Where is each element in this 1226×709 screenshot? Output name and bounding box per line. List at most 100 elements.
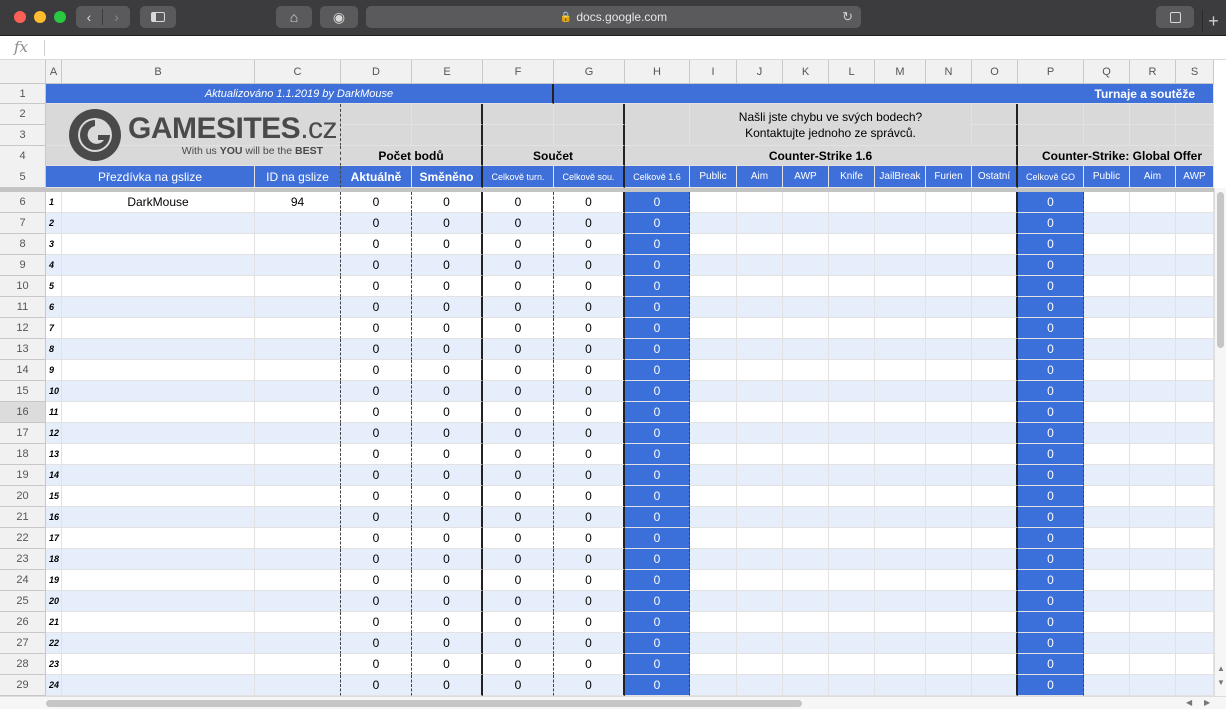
total-tourn-cell[interactable]: 0 — [483, 465, 554, 486]
cell-l[interactable] — [829, 276, 875, 297]
cell-q[interactable] — [1084, 213, 1130, 234]
cell-m[interactable] — [875, 633, 926, 654]
cell-i[interactable] — [690, 675, 737, 696]
go-total-cell[interactable]: 0 — [1018, 213, 1084, 234]
current-points-cell[interactable]: 0 — [341, 423, 412, 444]
current-points-cell[interactable]: 0 — [341, 633, 412, 654]
cell-k[interactable] — [783, 591, 829, 612]
cell-q[interactable] — [1084, 360, 1130, 381]
row-header-3[interactable]: 3 — [0, 125, 46, 146]
row-header-24[interactable]: 24 — [0, 570, 46, 591]
row-header-1[interactable]: 1 — [0, 84, 46, 104]
cell-r[interactable] — [1130, 402, 1176, 423]
nick-cell[interactable] — [62, 465, 255, 486]
cell-s[interactable] — [1176, 654, 1214, 675]
total-tourn-cell[interactable]: 0 — [483, 612, 554, 633]
cs16-total-cell[interactable]: 0 — [625, 507, 690, 528]
total-tourn-cell[interactable]: 0 — [483, 234, 554, 255]
cell-j[interactable] — [737, 528, 783, 549]
nick-cell[interactable] — [62, 675, 255, 696]
cell-i[interactable] — [690, 339, 737, 360]
exchanged-points-cell[interactable]: 0 — [412, 213, 483, 234]
nick-cell[interactable] — [62, 423, 255, 444]
nick-cell[interactable] — [62, 654, 255, 675]
go-total-cell[interactable]: 0 — [1018, 297, 1084, 318]
close-window-button[interactable] — [14, 11, 26, 23]
cell-q[interactable] — [1084, 612, 1130, 633]
go-total-cell[interactable]: 0 — [1018, 381, 1084, 402]
cell-q[interactable] — [1084, 255, 1130, 276]
cell-l[interactable] — [829, 423, 875, 444]
go-total-cell[interactable]: 0 — [1018, 675, 1084, 696]
cell-j[interactable] — [737, 213, 783, 234]
total-comp-cell[interactable]: 0 — [554, 213, 625, 234]
total-comp-cell[interactable]: 0 — [554, 675, 625, 696]
cell-k[interactable] — [783, 507, 829, 528]
row-index[interactable]: 23 — [46, 654, 62, 675]
cell-j[interactable] — [737, 234, 783, 255]
total-comp-cell[interactable]: 0 — [554, 591, 625, 612]
cell-l[interactable] — [829, 486, 875, 507]
exchanged-points-cell[interactable]: 0 — [412, 528, 483, 549]
cs16-total-cell[interactable]: 0 — [625, 318, 690, 339]
cell-s[interactable] — [1176, 591, 1214, 612]
row-index[interactable]: 7 — [46, 318, 62, 339]
cell-o[interactable] — [972, 591, 1018, 612]
cell-r[interactable] — [1130, 339, 1176, 360]
nick-cell[interactable] — [62, 255, 255, 276]
total-tourn-cell[interactable]: 0 — [483, 591, 554, 612]
id-cell[interactable] — [255, 465, 341, 486]
exchanged-points-cell[interactable]: 0 — [412, 339, 483, 360]
go-total-cell[interactable]: 0 — [1018, 402, 1084, 423]
cs16-total-cell[interactable]: 0 — [625, 444, 690, 465]
cell-s[interactable] — [1176, 339, 1214, 360]
row-index[interactable]: 16 — [46, 507, 62, 528]
total-comp-cell[interactable]: 0 — [554, 339, 625, 360]
cell-o[interactable] — [972, 318, 1018, 339]
cell-n[interactable] — [926, 528, 972, 549]
cell-k[interactable] — [783, 360, 829, 381]
cell-r[interactable] — [1130, 423, 1176, 444]
column-header-g[interactable]: G — [554, 60, 625, 84]
total-comp-cell[interactable]: 0 — [554, 549, 625, 570]
cell-o[interactable] — [972, 444, 1018, 465]
cell-o[interactable] — [972, 633, 1018, 654]
row-index[interactable]: 1 — [46, 192, 62, 213]
cell-k[interactable] — [783, 402, 829, 423]
total-tourn-cell[interactable]: 0 — [483, 213, 554, 234]
cell-s[interactable] — [1176, 486, 1214, 507]
cell-m[interactable] — [875, 444, 926, 465]
current-points-cell[interactable]: 0 — [341, 213, 412, 234]
cell-l[interactable] — [829, 591, 875, 612]
cell-i[interactable] — [690, 633, 737, 654]
exchanged-points-cell[interactable]: 0 — [412, 402, 483, 423]
cell-r[interactable] — [1130, 591, 1176, 612]
current-points-cell[interactable]: 0 — [341, 234, 412, 255]
cell-l[interactable] — [829, 360, 875, 381]
current-points-cell[interactable]: 0 — [341, 444, 412, 465]
cell-i[interactable] — [690, 381, 737, 402]
cell-m[interactable] — [875, 213, 926, 234]
go-total-cell[interactable]: 0 — [1018, 549, 1084, 570]
cell-o[interactable] — [972, 402, 1018, 423]
exchanged-points-cell[interactable]: 0 — [412, 423, 483, 444]
current-points-cell[interactable]: 0 — [341, 486, 412, 507]
minimize-window-button[interactable] — [34, 11, 46, 23]
column-header-o[interactable]: O — [972, 60, 1018, 84]
nick-cell[interactable] — [62, 633, 255, 654]
cell-l[interactable] — [829, 465, 875, 486]
cs16-total-cell[interactable]: 0 — [625, 570, 690, 591]
cell-q[interactable] — [1084, 675, 1130, 696]
exchanged-points-cell[interactable]: 0 — [412, 633, 483, 654]
id-cell[interactable] — [255, 381, 341, 402]
go-total-cell[interactable]: 0 — [1018, 360, 1084, 381]
id-cell[interactable] — [255, 444, 341, 465]
cell-q[interactable] — [1084, 549, 1130, 570]
id-cell[interactable] — [255, 276, 341, 297]
cell-o[interactable] — [972, 612, 1018, 633]
row-index[interactable]: 22 — [46, 633, 62, 654]
cs16-total-cell[interactable]: 0 — [625, 213, 690, 234]
back-icon[interactable]: ‹ — [76, 9, 103, 25]
cell-l[interactable] — [829, 297, 875, 318]
cell-r[interactable] — [1130, 465, 1176, 486]
